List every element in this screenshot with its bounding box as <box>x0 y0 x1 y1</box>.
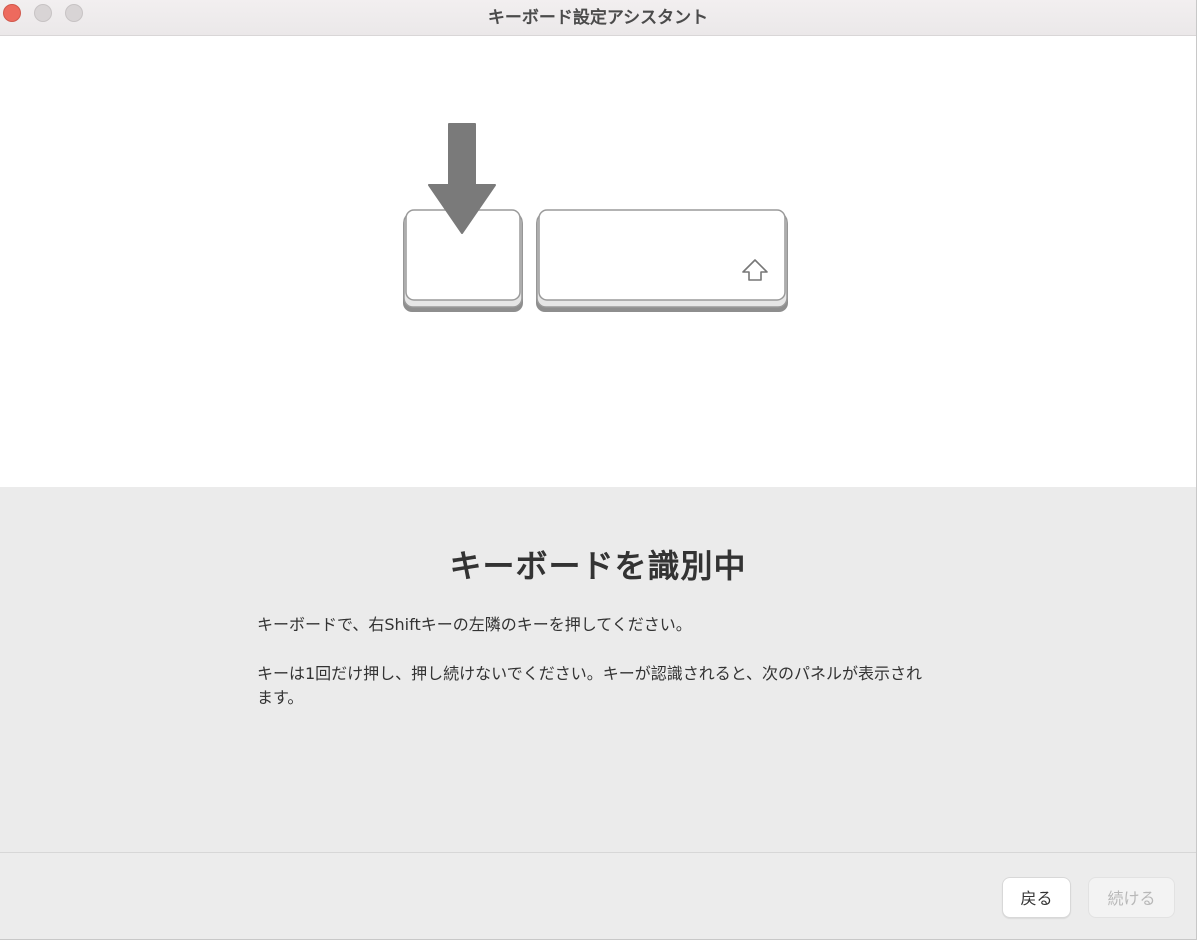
title-bar: キーボード設定アシスタント <box>0 0 1196 36</box>
keyboard-setup-window: キーボード設定アシスタント キーボードを識別中 キーボードで、右Shiftキーの… <box>0 0 1197 940</box>
continue-button[interactable]: 続ける <box>1088 877 1175 918</box>
instruction-text-1: キーボードで、右Shiftキーの左隣のキーを押してください。 <box>257 615 692 634</box>
keyboard-illustration <box>0 36 1196 487</box>
window-title: キーボード設定アシスタント <box>487 8 709 28</box>
right-shift-key <box>536 209 788 312</box>
page-title: キーボードを識別中 <box>449 547 747 585</box>
back-button[interactable]: 戻る <box>1002 877 1071 918</box>
instruction-panel: キーボードを識別中 キーボードで、右Shiftキーの左隣のキーを押してください。… <box>0 487 1196 852</box>
instruction-text-2: キーは1回だけ押し、押し続けないでください。キーが認識されると、次のパネルが表示… <box>257 664 923 707</box>
keys-diagram <box>403 123 788 312</box>
button-bar: 戻る 続ける <box>0 852 1196 939</box>
